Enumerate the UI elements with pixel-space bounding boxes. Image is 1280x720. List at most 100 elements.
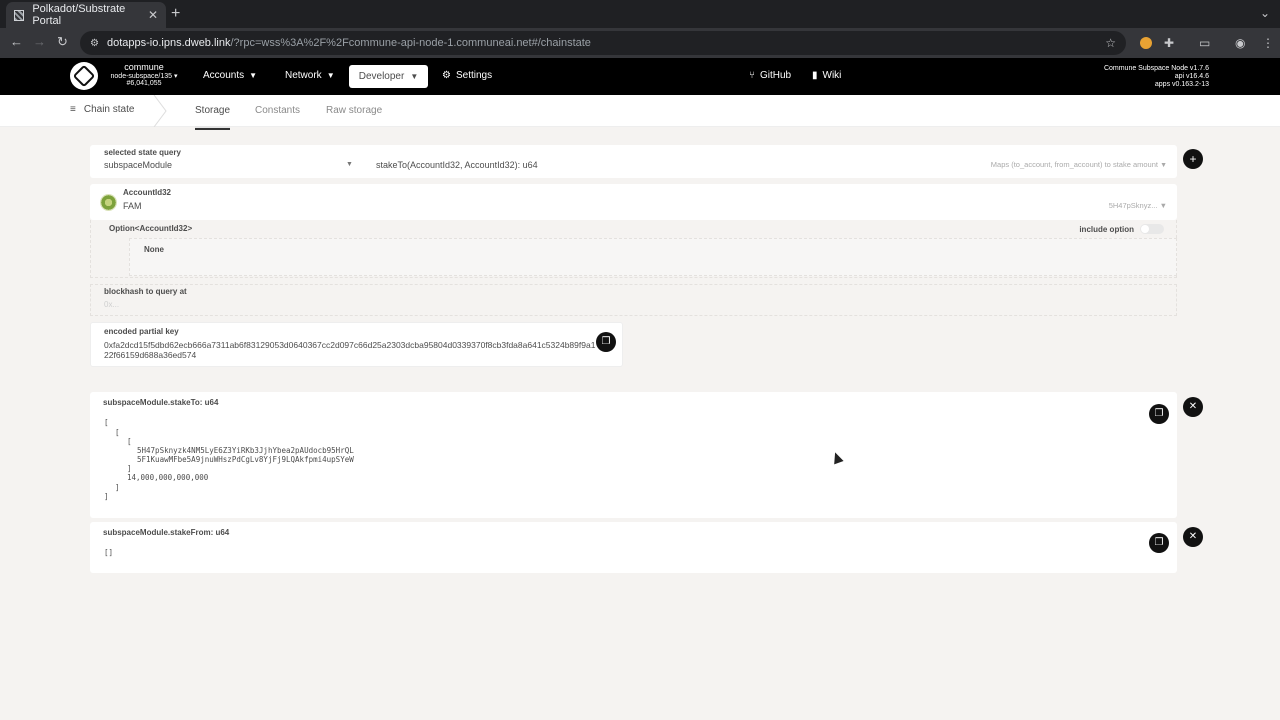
menu-settings[interactable]: ⚙ Settings [442, 70, 492, 81]
account-label: AccountId32 [123, 188, 172, 197]
result-address-2: 5F1KuawMFbe5A9jnuWHszPdCgLv8YjFj9LQAkfpm… [137, 455, 354, 464]
copy-icon[interactable]: ❐ [1149, 404, 1169, 424]
option-label: Option<AccountId32> [109, 224, 193, 233]
book-icon: ▮ [812, 70, 818, 81]
menu-developer-label: Developer [358, 71, 405, 82]
close-result-button[interactable]: ✕ [1183, 527, 1203, 547]
menu-github-label: GitHub [760, 70, 792, 81]
reload-icon[interactable]: ↻ [57, 34, 68, 50]
result-amount: 14,000,000,000,000 [127, 473, 209, 482]
forward-arrow-icon[interactable]: → [33, 34, 46, 49]
tab-raw-storage[interactable]: Raw storage [326, 105, 382, 116]
tab-close-icon[interactable]: ✕ [148, 8, 158, 22]
browser-tab[interactable]: Polkadot/Substrate Portal ✕ [6, 2, 166, 28]
method-description-text: Maps (to_account, from_account) to stake… [990, 160, 1158, 169]
result-address-1: 5H47pSknyzk4NM5LyE6Z3YiRKb3JjhYbea2pAUdo… [137, 446, 354, 455]
database-icon: ≡ [70, 104, 76, 115]
profile-avatar-icon[interactable]: ◉ [1235, 36, 1245, 50]
media-panel-icon[interactable]: ▭ [1199, 36, 1210, 50]
blockhash-input[interactable]: 0x... [104, 300, 119, 309]
account-param[interactable]: AccountId32 FAM 5H47pSknyz... ▼ [90, 184, 1177, 220]
site-info-icon[interactable]: ⚙ [90, 38, 99, 49]
sub-navigation: ≡ Chain state Storage Constants Raw stor… [0, 95, 1280, 130]
tab-search-chevron-icon[interactable]: ⌄ [1260, 6, 1270, 20]
add-query-button[interactable]: + [1183, 149, 1203, 169]
caret-down-icon: ▼ [410, 72, 419, 81]
none-label: None [144, 245, 164, 254]
include-option-label: include option [1079, 224, 1134, 234]
tab-title: Polkadot/Substrate Portal [32, 3, 126, 27]
caret-down-icon: ▼ [249, 71, 258, 80]
bookmark-star-icon[interactable]: ☆ [1105, 36, 1116, 50]
node-version-info: Commune Subspace Node v1.7.6 api v16.4.6… [1104, 65, 1209, 89]
chain-name: commune [124, 62, 164, 72]
account-address[interactable]: 5H47pSknyz... ▼ [1109, 201, 1167, 210]
back-arrow-icon[interactable]: ← [10, 34, 23, 49]
toggle-switch[interactable] [1140, 224, 1164, 234]
node-info-line: Commune Subspace Node v1.7.6 [1103, 65, 1209, 72]
address-bar[interactable]: ⚙ dotapps-io.ipns.dweb.link /?rpc=wss%3A… [80, 31, 1126, 55]
option-param: Option<AccountId32> include option None [90, 220, 1177, 278]
method-description[interactable]: Maps (to_account, from_account) to stake… [991, 160, 1167, 169]
partial-key-value: 0xfa2dcd15f5dbd62ecb666a7311ab6f83129053… [104, 340, 596, 360]
portal-favicon-icon [14, 9, 25, 21]
menu-network[interactable]: Network ▼ [285, 70, 335, 81]
app-header: commune node-subspace/135 ▾ #6,041,055 A… [0, 58, 1280, 95]
caret-down-icon: ▼ [1160, 162, 1167, 169]
chain-selector[interactable]: commune node-subspace/135 ▾ #6,041,055 [104, 62, 184, 87]
method-dropdown[interactable]: stakeTo(AccountId32, AccountId32): u64 [376, 160, 538, 170]
account-value: FAM [123, 201, 142, 211]
result-stake-to: subspaceModule.stakeTo: u64 [ [ [ 5H47pS… [90, 392, 1177, 518]
breadcrumb-chevron-icon [153, 95, 167, 127]
encoded-partial-key: encoded partial key 0xfa2dcd15f5dbd62ecb… [90, 322, 623, 367]
result-stake-from: subspaceModule.stakeFrom: u64 [] [90, 522, 1177, 573]
blockhash-input-wrap: blockhash to query at 0x... [90, 284, 1177, 316]
copy-icon[interactable]: ❐ [1149, 533, 1169, 553]
json-bracket: ] [127, 464, 132, 473]
json-bracket: [ [127, 437, 132, 446]
json-bracket: ] [115, 483, 120, 492]
identicon-icon [100, 194, 117, 211]
json-bracket: ] [104, 492, 109, 501]
json-bracket: [ [115, 428, 120, 437]
github-icon: ⑂ [749, 70, 755, 81]
extensions-puzzle-icon[interactable]: ✚ [1164, 36, 1174, 50]
section-chain-state: ≡ Chain state [70, 104, 134, 115]
menu-wiki[interactable]: ▮ Wiki [812, 70, 841, 81]
caret-down-icon: ▼ [326, 71, 335, 80]
browser-tab-bar: Polkadot/Substrate Portal ✕ + ⌄ [0, 0, 1280, 28]
menu-developer[interactable]: Developer ▼ [349, 65, 428, 88]
copy-icon[interactable]: ❐ [596, 332, 616, 352]
result-title: subspaceModule.stakeFrom: u64 [103, 528, 230, 537]
state-query-selector: selected state query subspaceModule ▼ st… [90, 145, 1177, 178]
result-value: [] [104, 548, 114, 557]
module-dropdown[interactable]: subspaceModule [104, 160, 172, 170]
extension-orange-icon[interactable] [1140, 37, 1152, 49]
close-result-button[interactable]: ✕ [1183, 397, 1203, 417]
browser-toolbar: ← → ↻ ⚙ dotapps-io.ipns.dweb.link /?rpc=… [0, 28, 1280, 58]
node-info-line: apps v0.163.2-13 [1154, 81, 1209, 88]
module-dropdown-caret-icon[interactable]: ▼ [346, 161, 353, 168]
tab-storage[interactable]: Storage [195, 105, 231, 130]
url-path: /?rpc=wss%3A%2F%2Fcommune-api-node-1.com… [230, 37, 591, 49]
block-number: #6,041,055 [126, 80, 162, 87]
menu-accounts[interactable]: Accounts ▼ [203, 70, 257, 81]
include-option-toggle[interactable]: include option [1079, 224, 1164, 234]
json-bracket: [ [104, 418, 109, 427]
option-none-box: None [129, 238, 1177, 276]
node-name: node-subspace/135 ▾ [110, 73, 178, 80]
blockhash-label: blockhash to query at [104, 287, 187, 296]
tab-constants[interactable]: Constants [255, 105, 300, 116]
kebab-menu-icon[interactable]: ⋮ [1262, 36, 1274, 50]
menu-github[interactable]: ⑂ GitHub [749, 70, 791, 81]
menu-network-label: Network [285, 70, 322, 81]
section-title: Chain state [83, 104, 135, 115]
menu-settings-label: Settings [455, 70, 493, 81]
result-title: subspaceModule.stakeTo: u64 [103, 398, 219, 407]
new-tab-icon[interactable]: + [171, 5, 180, 23]
partial-key-label: encoded partial key [104, 327, 179, 336]
account-address-text: 5H47pSknyz... [1108, 201, 1158, 210]
menu-wiki-label: Wiki [822, 70, 842, 81]
url-host: dotapps-io.ipns.dweb.link [106, 37, 231, 49]
chain-logo-icon[interactable] [70, 62, 98, 90]
